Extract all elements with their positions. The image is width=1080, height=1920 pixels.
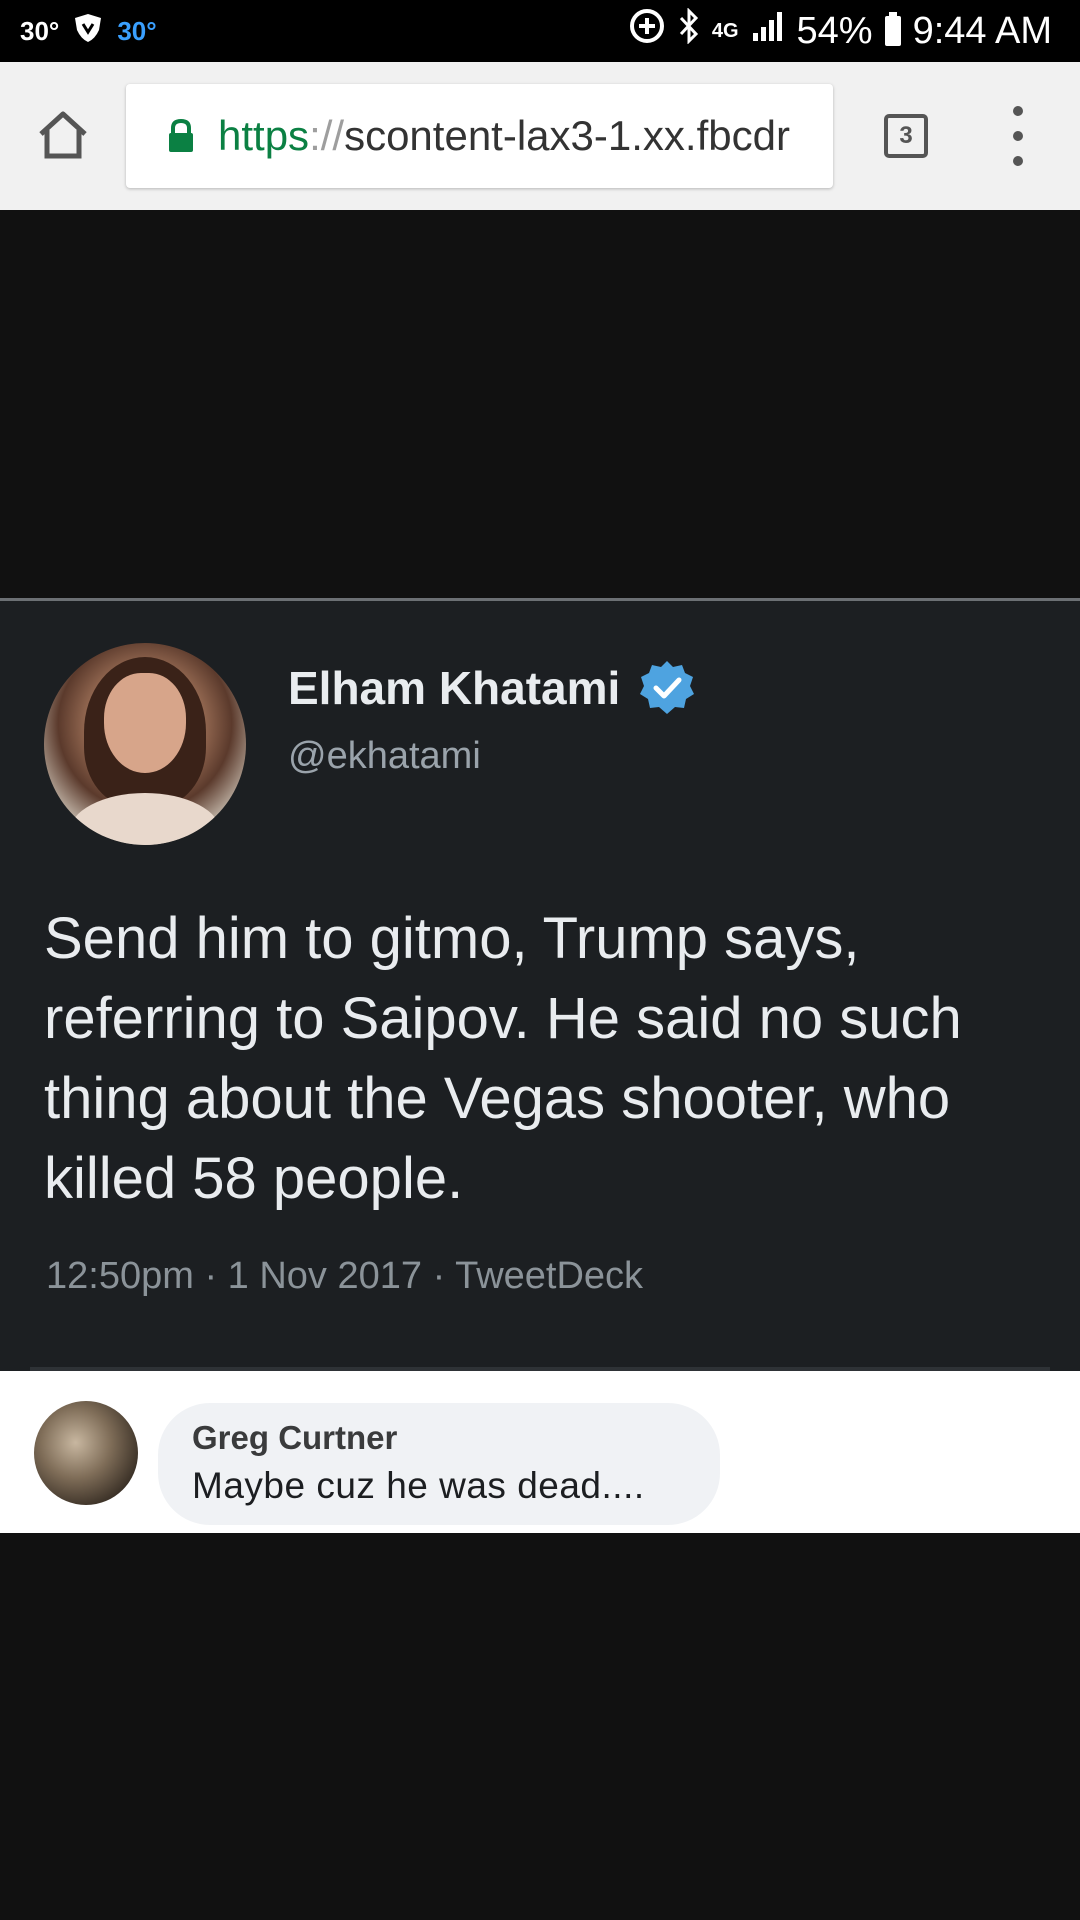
tab-count: 3 — [899, 122, 913, 149]
status-left: 30° 30° — [20, 0, 157, 62]
lock-icon — [166, 118, 196, 154]
status-right: 4G 54% 9:44 AM — [628, 0, 1052, 62]
weather-temperature: 30° — [117, 15, 157, 46]
url-separator: :// — [309, 112, 345, 159]
comment-text: Maybe cuz he was dead.... — [192, 1465, 645, 1506]
verified-badge-icon — [640, 661, 695, 714]
comment-row: Greg Curtner Maybe cuz he was dead.... — [0, 1371, 1080, 1533]
image-top-blank — [0, 210, 1080, 598]
url-scheme: https — [218, 112, 310, 159]
url-text[interactable]: https://scontent-lax3-1.xx.fbcdr — [218, 112, 790, 160]
image-bottom-blank — [0, 1533, 1080, 1920]
browser-toolbar: https://scontent-lax3-1.xx.fbcdr 3 — [0, 62, 1080, 211]
battery-percent: 54% — [796, 9, 873, 52]
temperature-text: 30° — [20, 15, 60, 46]
tweet-author: Elham Khatami — [288, 659, 696, 717]
network-type: 4G — [711, 19, 739, 42]
signal-icon — [751, 9, 785, 53]
bluetooth-icon — [678, 7, 700, 54]
address-bar[interactable]: https://scontent-lax3-1.xx.fbcdr — [126, 84, 833, 188]
tweet-body: Send him to gitmo, Trump says, referring… — [44, 906, 962, 1211]
data-saver-icon — [628, 7, 666, 55]
menu-dot-icon — [1013, 131, 1023, 141]
url-host: scontent-lax3-1.xx.fbcdr — [344, 112, 790, 159]
commenter-avatar — [34, 1401, 138, 1505]
menu-dot-icon — [1013, 106, 1023, 116]
home-icon — [39, 111, 87, 159]
clock: 9:44 AM — [912, 9, 1052, 52]
tweet-author-name: Elham Khatami — [288, 662, 621, 714]
tweet-handle: @ekhatami — [288, 735, 481, 777]
tab-switcher-button[interactable]: 3 — [884, 114, 928, 158]
battery-icon — [884, 12, 901, 46]
comment-author: Greg Curtner — [192, 1419, 398, 1456]
home-button[interactable] — [30, 102, 96, 168]
tweet-timestamp: 12:50pm · 1 Nov 2017 · TweetDeck — [46, 1255, 644, 1297]
comment-bubble: Greg Curtner Maybe cuz he was dead.... — [158, 1403, 720, 1525]
tweet-screenshot: Elham Khatami @ekhatami Send him to gitm… — [0, 598, 1080, 1371]
overflow-menu-button[interactable] — [998, 106, 1038, 166]
menu-dot-icon — [1013, 156, 1023, 166]
status-bar: 30° 30° 4G 54% 9:44 AM — [0, 0, 1080, 62]
shield-icon — [73, 12, 103, 51]
tweet-avatar — [44, 643, 246, 845]
